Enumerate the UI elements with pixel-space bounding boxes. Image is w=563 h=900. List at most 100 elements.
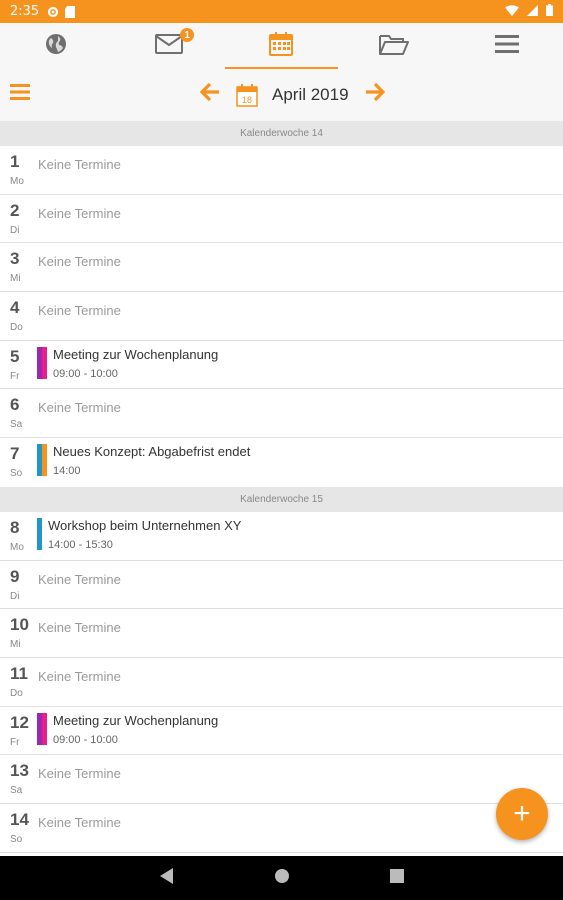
back-icon [159,867,173,884]
settings-icon [47,6,59,18]
week-header: Kalenderwoche 14 [0,121,563,146]
day-row[interactable]: 8 Mo Workshop beim Unternehmen XY 14:00 - 1… [0,512,563,561]
day-row[interactable]: 11 Do Keine Termine [0,658,563,707]
weekday-abbr: Sa [10,785,23,797]
hamburger-icon [494,34,519,58]
no-events-label: Keine Termine [38,620,121,636]
weekday-abbr: Di [10,224,20,236]
event-category-color [42,712,47,745]
globe-icon [45,33,67,60]
day-number: 3 [10,249,20,269]
no-events-label: Keine Termine [38,766,121,782]
tab-calendar[interactable] [225,23,338,69]
day-row[interactable]: 10 Mi Keine Termine [0,609,563,658]
event-category-color [42,444,47,477]
arrow-right-icon [365,82,385,102]
arrow-left-icon [199,82,219,102]
day-row[interactable]: 14 So Keine Termine [0,804,563,853]
calendar-icon [268,31,294,62]
day-row[interactable]: 6 Sa Keine Termine [0,389,563,439]
menu-icon [10,84,30,100]
day-number: 13 [10,761,29,781]
event-title: Workshop beim Unternehmen XY [48,517,242,533]
event-color-bar [37,517,42,550]
home-button[interactable] [274,868,290,889]
day-row[interactable]: 7 So Neues Konzept: Abgabefrist endet 14:00 [0,438,563,487]
weekday-abbr: Di [10,590,20,602]
status-time: 2:35 [10,4,40,19]
weekday-abbr: So [10,833,23,845]
day-row[interactable]: 13 Sa Keine Termine [0,755,563,804]
calendar-list: Kalenderwoche 14 1 Mo Keine Termine 2 Di Keine… [0,121,563,853]
calendar-date-icon: 18 [236,83,258,107]
day-row[interactable]: 12 Fr Meeting zur Wochenplanung 09:00 - 10:… [0,707,563,756]
event-item[interactable]: Workshop beim Unternehmen XY 14:00 - 15:3… [37,517,242,553]
today-button[interactable]: 18 [236,83,258,107]
plus-icon: + [513,797,531,830]
tab-mail[interactable]: 1 [113,23,226,69]
next-month-button[interactable] [365,82,385,107]
system-navigation-bar [0,856,563,900]
weekday-abbr: Do [10,322,23,334]
add-event-button[interactable]: + [496,788,548,840]
day-number: 14 [10,809,29,829]
top-tab-bar: 1 [0,23,563,69]
day-row[interactable]: 1 Mo Keine Termine [0,146,563,195]
event-time: 09:00 - 10:00 [53,367,118,380]
event-item[interactable]: Neues Konzept: Abgabefrist endet 14:00 [37,444,250,479]
day-row[interactable]: 5 Fr Meeting zur Wochenplanung 09:00 - 10:0… [0,341,563,390]
day-number: 12 [10,712,29,732]
weekday-abbr: Fr [10,370,20,382]
back-button[interactable] [159,867,174,889]
event-item[interactable]: Meeting zur Wochenplanung 09:00 - 10:00 [37,346,218,382]
day-row[interactable]: 4 Do Keine Termine [0,292,563,341]
weekday-abbr: Do [10,687,23,699]
day-number: 1 [10,152,20,171]
no-events-label: Keine Termine [38,400,121,416]
event-time: 09:00 - 10:00 [53,733,118,746]
event-category-color [37,517,42,550]
day-number: 9 [10,566,20,586]
folder-icon [379,33,410,60]
recents-icon [389,868,404,883]
wifi-icon [505,4,519,19]
svg-text:18: 18 [242,95,252,105]
no-events-label: Keine Termine [38,157,121,172]
day-row[interactable]: 9 Di Keine Termine [0,561,563,610]
mail-icon [154,33,183,59]
status-bar: 2:35 [0,0,563,23]
battery-icon [546,4,553,19]
no-events-label: Keine Termine [38,254,121,270]
day-number: 2 [10,200,20,220]
week-header: Kalenderwoche 15 [0,486,563,512]
day-number: 7 [10,444,20,464]
day-number: 11 [10,663,28,683]
month-header: 18 April 2019 [0,69,563,121]
day-number: 10 [10,615,29,635]
signal-icon [527,4,538,19]
day-row[interactable]: 3 Mi Keine Termine [0,243,563,293]
event-title: Neues Konzept: Abgabefrist endet [53,444,251,460]
tab-folder[interactable] [338,23,451,69]
tab-globe[interactable] [0,23,113,69]
side-menu-button[interactable] [10,84,30,105]
month-label: April 2019 [272,84,349,104]
event-title: Meeting zur Wochenplanung [53,712,219,728]
event-time: 14:00 - 15:30 [48,538,113,551]
day-row[interactable]: 2 Di Keine Termine [0,195,563,244]
recents-button[interactable] [389,868,404,888]
previous-month-button[interactable] [199,82,220,107]
no-events-label: Keine Termine [38,814,121,830]
event-category-color [42,346,47,379]
event-item[interactable]: Meeting zur Wochenplanung 09:00 - 10:00 [37,712,219,748]
day-number: 6 [10,395,20,415]
tab-menu[interactable] [450,23,563,69]
weekday-abbr: Mi [10,273,21,285]
no-events-label: Keine Termine [38,668,121,684]
no-events-label: Keine Termine [38,303,121,319]
home-icon [274,868,289,883]
no-events-label: Keine Termine [38,571,121,587]
no-events-label: Keine Termine [38,205,121,221]
mail-badge: 1 [180,28,195,42]
weekday-abbr: Sa [10,419,23,431]
